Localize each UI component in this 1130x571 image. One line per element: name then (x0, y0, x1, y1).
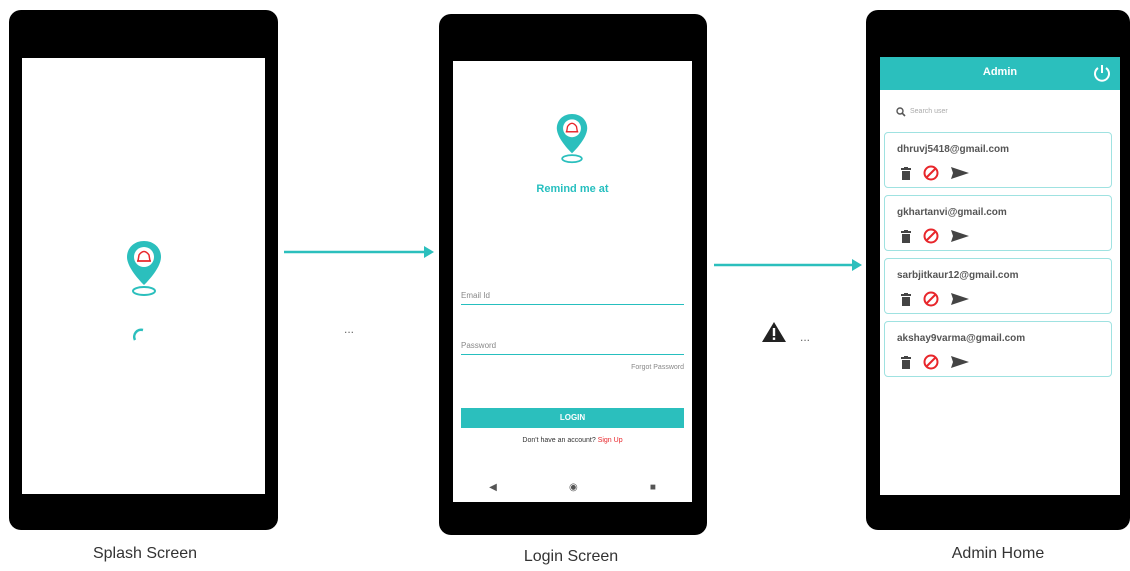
nav-home-button[interactable]: ◉ (569, 482, 578, 493)
nav-back-button[interactable]: ◀ (489, 482, 497, 493)
nav-recents-button[interactable]: ■ (650, 482, 656, 493)
send-icon[interactable] (951, 167, 969, 179)
login-button[interactable]: LOGIN (461, 408, 684, 428)
sign-up-link[interactable]: Sign Up (598, 437, 623, 444)
block-icon[interactable] (923, 354, 939, 370)
user-email: akshay9varma@gmail.com (897, 333, 1026, 344)
user-email: dhruvj5418@gmail.com (897, 144, 1010, 155)
login-phone-frame: Remind me at Email Id Password Forgot Pa… (439, 14, 707, 535)
ellipsis-2: ... (800, 330, 811, 344)
caption-splash: Splash Screen (92, 545, 198, 562)
block-icon[interactable] (923, 291, 939, 307)
arrow-right-icon (284, 246, 434, 258)
forgot-password-link[interactable]: Forgot Password (631, 364, 684, 371)
power-icon[interactable] (1092, 63, 1112, 83)
arrow-right-icon (714, 259, 862, 271)
splash-screen (22, 58, 265, 494)
android-nav-bar: ◀ ◉ ■ (453, 477, 692, 497)
send-icon[interactable] (951, 230, 969, 242)
loading-spinner-icon (133, 328, 144, 341)
password-field[interactable]: Password (461, 341, 684, 355)
caption-login: Login Screen (523, 548, 619, 565)
email-field[interactable]: Email Id (461, 291, 684, 305)
admin-title: Admin (982, 66, 1018, 78)
trash-icon[interactable] (901, 166, 911, 180)
splash-phone-frame (9, 10, 278, 530)
trash-icon[interactable] (901, 355, 911, 369)
ellipsis-1: ... (344, 322, 355, 336)
search-icon (896, 107, 906, 117)
admin-phone-frame: Admin Search user dhruvj5418@gmail.com g… (866, 10, 1130, 530)
user-email: gkhartanvi@gmail.com (897, 207, 1007, 218)
user-card: akshay9varma@gmail.com (884, 321, 1112, 377)
user-card: sarbjitkaur12@gmail.com (884, 258, 1112, 314)
trash-icon[interactable] (901, 292, 911, 306)
user-email: sarbjitkaur12@gmail.com (897, 270, 1019, 281)
block-icon[interactable] (923, 165, 939, 181)
app-name: Remind me at (536, 183, 609, 195)
admin-header: Admin (880, 57, 1120, 90)
send-icon[interactable] (951, 356, 969, 368)
login-screen: Remind me at Email Id Password Forgot Pa… (453, 61, 692, 502)
location-pin-bell-icon (556, 113, 588, 164)
signup-prompt: Don't have an account? Sign Up (453, 437, 692, 444)
warning-icon (762, 322, 786, 342)
user-card: gkhartanvi@gmail.com (884, 195, 1112, 251)
block-icon[interactable] (923, 228, 939, 244)
trash-icon[interactable] (901, 229, 911, 243)
caption-admin: Admin Home (951, 545, 1045, 562)
search-input[interactable]: Search user (910, 108, 948, 115)
send-icon[interactable] (951, 293, 969, 305)
location-pin-bell-icon (127, 241, 161, 296)
user-card: dhruvj5418@gmail.com (884, 132, 1112, 188)
no-account-text: Don't have an account? (522, 437, 596, 444)
admin-screen: Admin Search user dhruvj5418@gmail.com g… (880, 57, 1120, 495)
